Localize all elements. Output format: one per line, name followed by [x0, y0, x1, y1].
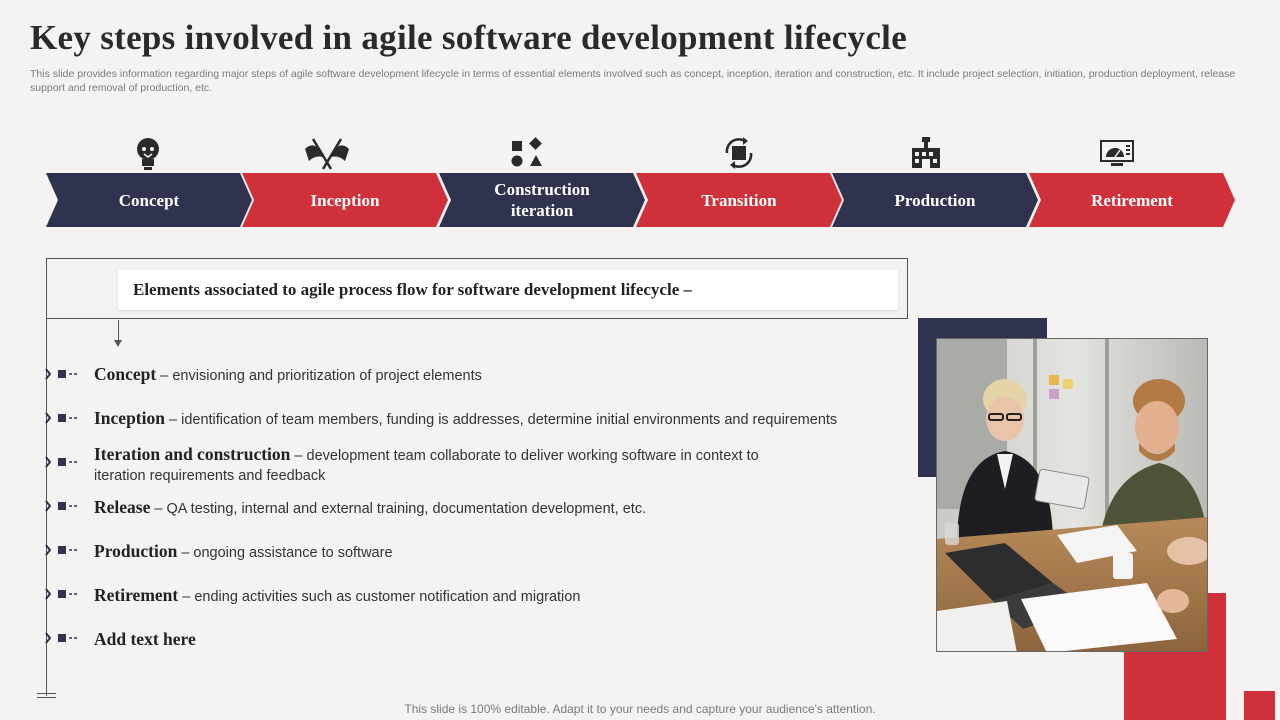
element-term: Concept [94, 364, 157, 384]
page-subtitle: This slide provides information regardin… [30, 68, 1236, 94]
step-label: Production [894, 190, 976, 210]
crossed-flags-icon [305, 138, 349, 170]
element-term: Retirement [94, 585, 179, 605]
element-separator: – [177, 545, 194, 561]
footer-note: This slide is 100% editable. Adapt it to… [404, 702, 876, 716]
elements-heading: Elements associated to agile process flo… [133, 280, 692, 299]
element-item-concept: Concept – envisioning and prioritization… [94, 364, 814, 386]
step-production: Production [832, 173, 1038, 227]
element-separator: – [164, 412, 182, 428]
element-description: QA testing, internal and external traini… [166, 501, 647, 517]
element-term: Add text here [94, 629, 196, 649]
bullet-marker-icon [45, 588, 77, 600]
bullet-marker-icon [45, 500, 77, 512]
bullet-marker-icon [45, 412, 77, 424]
element-description: envisioning and prioritization of projec… [172, 368, 482, 384]
step-construction-iteration: Construction iteration [439, 173, 645, 227]
factory-icon [912, 137, 940, 168]
step-label: Transition [701, 190, 777, 210]
bullet-marker-icon [45, 632, 77, 644]
elements-heading-box: Elements associated to agile process flo… [118, 270, 898, 310]
step-retirement: Retirement [1029, 173, 1235, 227]
element-item-retirement: Retirement – ending activities such as c… [94, 585, 814, 607]
lightbulb-icon [137, 138, 159, 170]
connector-line [118, 320, 119, 342]
element-separator: – [156, 368, 173, 384]
element-item-add-text: Add text here [94, 629, 814, 651]
step-label: Concept [118, 190, 180, 210]
step-label: Construction iteration [494, 180, 590, 220]
step-inception: Inception [242, 173, 448, 227]
element-item-release: Release – QA testing, internal and exter… [94, 497, 814, 519]
cycle-box-icon [725, 137, 753, 169]
bullet-marker-icon [45, 368, 77, 380]
connector-arrow [114, 340, 122, 347]
timeline-line [46, 258, 47, 696]
element-description: ending activities such as customer notif… [194, 589, 581, 605]
element-separator: – [150, 501, 167, 517]
page-title: Key steps involved in agile software dev… [30, 18, 908, 57]
element-term: Inception [94, 408, 165, 428]
element-description: ongoing assistance to software [193, 545, 393, 561]
element-item-iteration-construction: Iteration and construction – development… [94, 444, 794, 486]
team-meeting-photo [936, 338, 1208, 652]
step-transition: Transition [636, 173, 842, 227]
element-term: Release [94, 497, 151, 517]
element-item-inception: Inception – identification of team membe… [94, 408, 894, 430]
element-item-production: Production – ongoing assistance to softw… [94, 541, 814, 563]
step-label: Retirement [1091, 190, 1173, 210]
step-concept: Concept [46, 173, 252, 227]
monitor-gauge-icon [1100, 140, 1134, 166]
element-term: Iteration and construction [94, 444, 291, 464]
shapes-icon [511, 137, 542, 167]
element-description: identification of team members, funding … [181, 412, 838, 428]
element-separator: – [178, 589, 195, 605]
step-label: Inception [310, 190, 380, 210]
bullet-marker-icon [45, 456, 77, 468]
element-separator: – [290, 448, 307, 464]
bullet-marker-icon [45, 544, 77, 556]
timeline-base [37, 693, 56, 694]
element-term: Production [94, 541, 178, 561]
timeline-base [37, 697, 56, 698]
